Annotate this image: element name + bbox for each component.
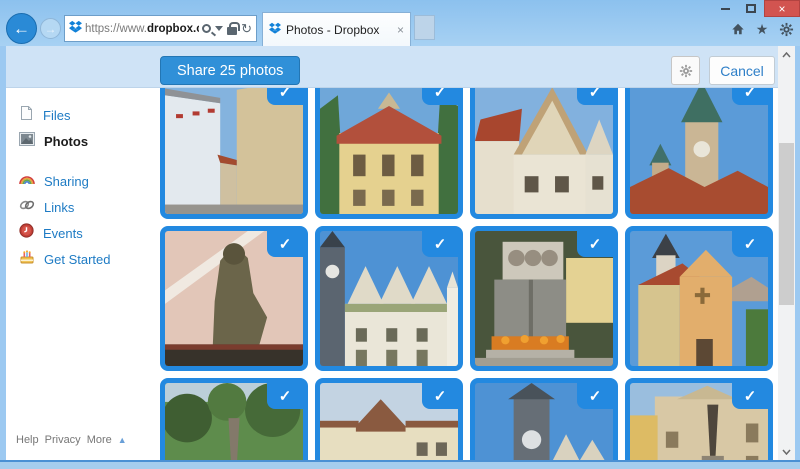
photo-tower-and-gables[interactable]: ✓	[470, 378, 618, 460]
selected-checkmark-badge[interactable]: ✓	[577, 383, 613, 409]
selected-checkmark-badge[interactable]: ✓	[422, 231, 458, 257]
favorites-star-icon[interactable]: ★	[754, 21, 770, 37]
new-tab-button[interactable]	[414, 15, 435, 40]
photo-townhall-gables[interactable]: ✓	[315, 226, 463, 371]
selected-checkmark-badge[interactable]: ✓	[577, 88, 613, 105]
forward-button[interactable]: →	[40, 18, 61, 39]
photo-chapel[interactable]: ✓	[625, 226, 773, 371]
chevron-down-icon[interactable]	[215, 26, 223, 31]
options-gear-button[interactable]	[671, 56, 700, 85]
page-scrollbar[interactable]	[778, 46, 795, 460]
selected-checkmark-badge[interactable]: ✓	[732, 88, 768, 105]
cancel-button[interactable]: Cancel	[709, 56, 775, 85]
selected-checkmark-badge[interactable]: ✓	[732, 383, 768, 409]
back-button[interactable]: ←	[6, 13, 37, 44]
settings-gear-icon[interactable]	[778, 21, 794, 37]
help-link[interactable]: Help	[16, 434, 39, 446]
photo-park-statue[interactable]: ✓	[160, 378, 308, 460]
photo-thumbnail	[165, 88, 303, 214]
navigation-bar: ← → https://www.dropbox.com/p	[0, 12, 800, 46]
privacy-link[interactable]: Privacy	[45, 434, 81, 446]
tab-close-icon[interactable]: ×	[397, 23, 404, 37]
photos-icon	[19, 132, 35, 151]
scroll-down-icon[interactable]	[778, 443, 795, 460]
dropbox-favicon-icon	[269, 21, 281, 39]
selected-checkmark-badge[interactable]: ✓	[267, 88, 303, 105]
share-toolbar: Share 25 photos Cancel	[6, 46, 778, 88]
photo-thumbnail	[320, 88, 458, 214]
selected-checkmark-badge[interactable]: ✓	[267, 231, 303, 257]
photo-war-memorial[interactable]: ✓	[470, 226, 618, 371]
tab-title: Photos - Dropbox	[286, 23, 392, 37]
sidebar-item-label: Sharing	[44, 174, 89, 189]
photo-street-lane[interactable]: ✓	[160, 88, 308, 219]
scroll-up-icon[interactable]	[778, 46, 795, 63]
photo-gabled-house[interactable]: ✓	[470, 88, 618, 219]
window-frame-right	[795, 46, 800, 460]
sidebar-item-label: Files	[43, 108, 70, 123]
photo-row-3: ✓ ✓ ✓ ✓	[160, 378, 774, 460]
home-icon[interactable]	[730, 21, 746, 37]
url-text: https://www.dropbox.com/p	[85, 23, 199, 35]
events-icon	[19, 223, 34, 243]
photo-row-2: ✓ ✓ ✓ ✓	[160, 226, 774, 371]
photo-church-tower[interactable]: ✓	[625, 88, 773, 219]
sidebar-item-files[interactable]: Files	[6, 102, 158, 128]
selected-checkmark-badge[interactable]: ✓	[422, 383, 458, 409]
more-link[interactable]: More	[87, 434, 112, 446]
cake-icon	[19, 249, 35, 269]
sidebar-item-sharing[interactable]: Sharing	[6, 168, 158, 194]
photo-square-statue[interactable]: ✓	[625, 378, 773, 460]
address-bar[interactable]: https://www.dropbox.com/p ↻	[64, 15, 257, 42]
sidebar-item-get-started[interactable]: Get Started	[6, 246, 158, 272]
sidebar-nav: Files Photos Sharing Links Events Get Started	[6, 102, 158, 272]
share-photos-button[interactable]: Share 25 photos	[160, 56, 300, 85]
sidebar-item-label: Photos	[44, 134, 88, 149]
file-icon	[19, 105, 34, 126]
sidebar-item-events[interactable]: Events	[6, 220, 158, 246]
browser-chrome: × ← → https://www.dropbox.com/p	[0, 0, 800, 46]
photo-train-station[interactable]: ✓	[315, 378, 463, 460]
selected-checkmark-badge[interactable]: ✓	[422, 88, 458, 105]
photo-row-1: ✓ ✓ ✓ ✓	[160, 88, 774, 219]
search-icon[interactable]	[202, 24, 211, 33]
selected-checkmark-badge[interactable]: ✓	[267, 383, 303, 409]
links-icon	[19, 198, 35, 217]
selected-checkmark-badge[interactable]: ✓	[732, 231, 768, 257]
browser-window: × ← → https://www.dropbox.com/p	[0, 0, 800, 469]
refresh-icon[interactable]: ↻	[241, 22, 252, 35]
lock-icon	[227, 27, 237, 35]
sidebar-item-photos[interactable]: Photos	[6, 128, 158, 154]
sidebar-item-links[interactable]: Links	[6, 194, 158, 220]
sidebar-footer: Help Privacy More ▲	[16, 434, 127, 446]
sidebar: Files Photos Sharing Links Events Get Started…	[6, 88, 158, 460]
collapse-arrow-icon[interactable]: ▲	[118, 435, 127, 445]
tab-photos-dropbox[interactable]: Photos - Dropbox ×	[262, 12, 411, 46]
sidebar-item-label: Events	[43, 226, 83, 241]
selected-checkmark-badge[interactable]: ✓	[577, 231, 613, 257]
window-frame-bottom	[0, 460, 800, 469]
photo-yellow-school[interactable]: ✓	[315, 88, 463, 219]
sidebar-item-label: Get Started	[44, 252, 110, 267]
rainbow-icon	[19, 172, 35, 190]
photo-statue-closeup[interactable]: ✓	[160, 226, 308, 371]
scrollbar-thumb[interactable]	[779, 143, 794, 305]
photo-thumbnail	[630, 88, 768, 214]
dropbox-favicon-icon	[69, 20, 82, 38]
photo-thumbnail	[475, 88, 613, 214]
sidebar-item-label: Links	[44, 200, 74, 215]
photo-grid: ✓ ✓ ✓ ✓ ✓ ✓ ✓ ✓ ✓ ✓ ✓ ✓	[160, 88, 774, 460]
